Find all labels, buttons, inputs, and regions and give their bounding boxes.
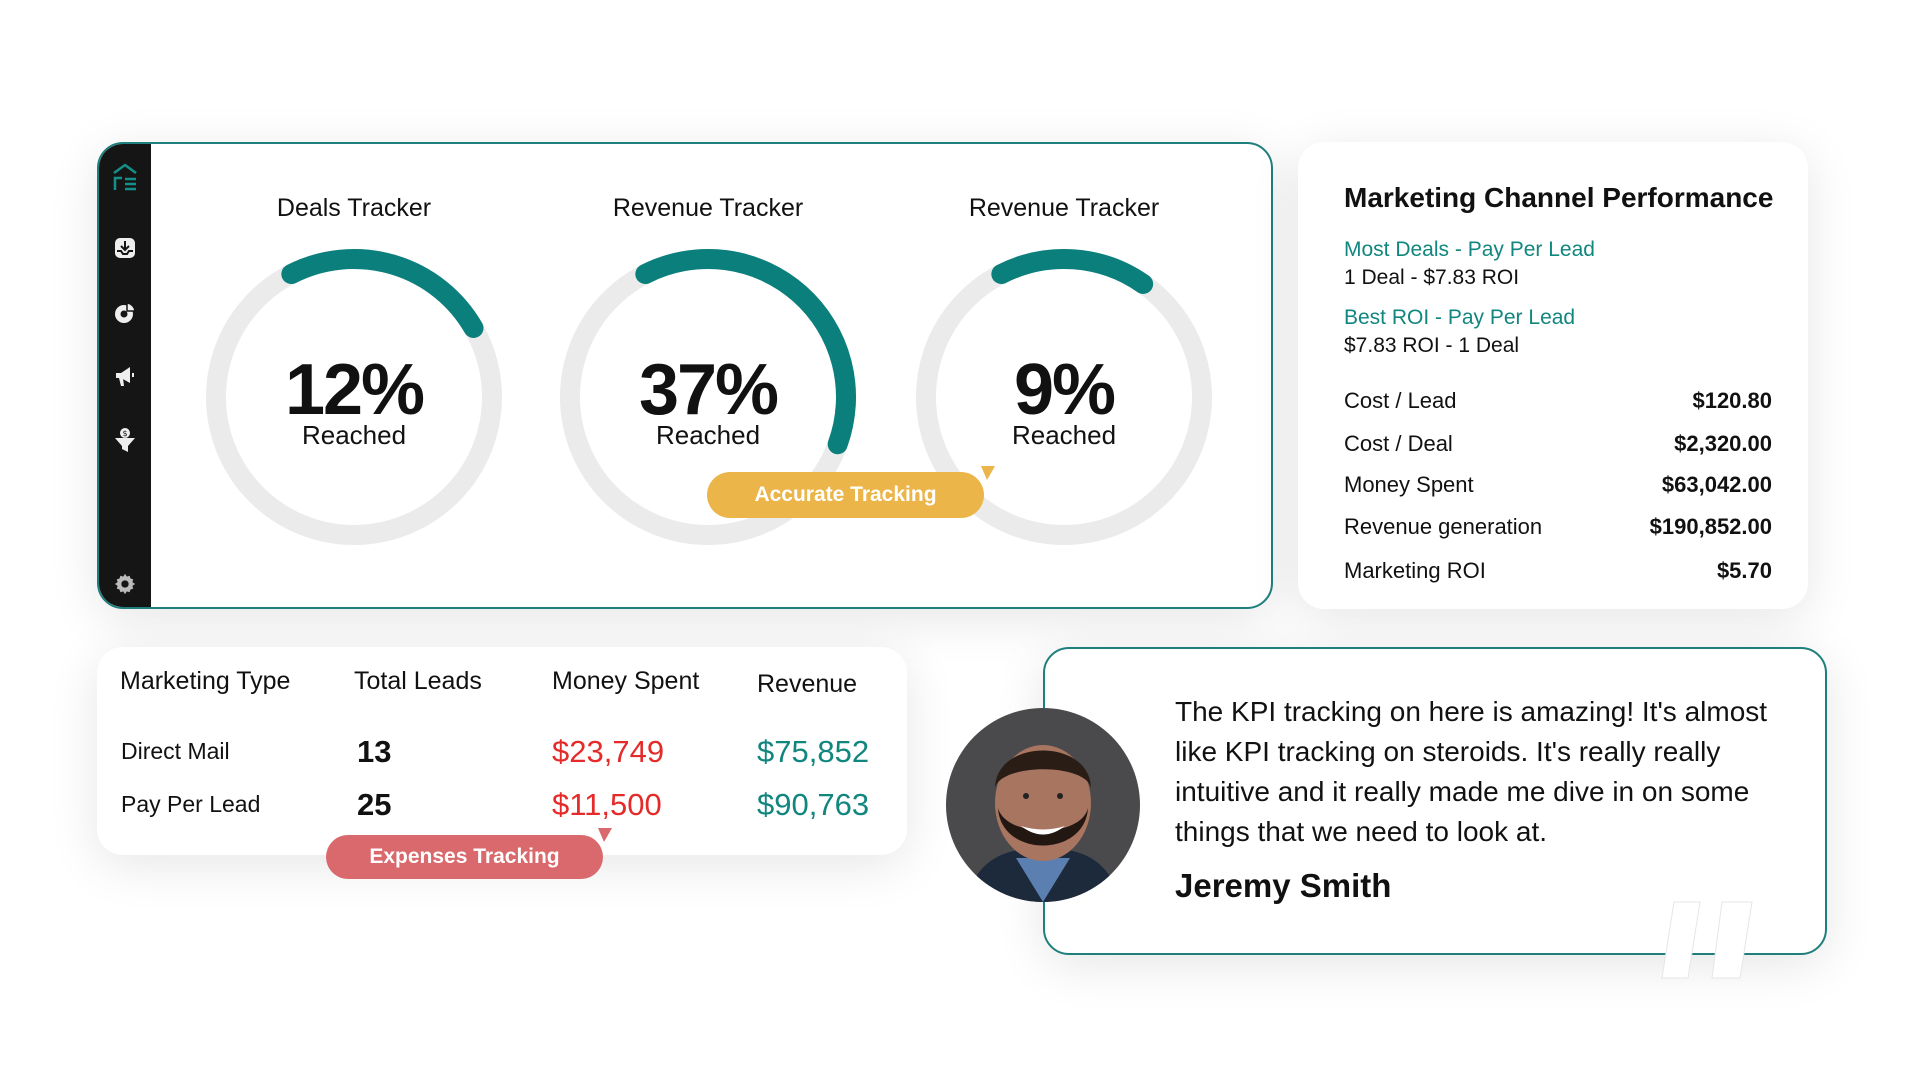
revenue-cell: $75,852 [757,734,870,769]
performance-row: Cost / Lead $120.80 [1344,388,1772,414]
header-marketing-type: Marketing Type [120,667,291,695]
performance-row: Revenue generation $190,852.00 [1344,514,1772,540]
gauge-title: Revenue Tracker [612,194,804,222]
metric-label: Revenue generation [1344,514,1543,539]
best-roi-heading: Best ROI - Pay Per Lead [1344,306,1576,329]
metric-value: $5.70 [1716,558,1772,583]
analytics-chart-icon[interactable] [109,297,141,329]
gauge-reached-label: Reached [1011,420,1117,450]
header-money-spent: Money Spent [552,667,700,695]
total-leads-cell: 25 [357,787,392,822]
testimonial-quote-line: The KPI tracking on here is amazing! It'… [1175,696,1768,727]
trackers-card: $ Deals Tracker 12% Reached Revenue Tracker… [97,142,1273,609]
sidebar: $ [99,144,151,607]
header-total-leads: Total Leads [354,667,482,695]
gauge-title: Deals Tracker [276,194,432,222]
performance-row: Money Spent $63,042.00 [1344,472,1772,498]
performance-row: Marketing ROI $5.70 [1344,558,1772,584]
accurate-tracking-badge: Accurate Tracking [707,472,984,518]
funnel-dollar-icon[interactable]: $ [109,424,141,456]
testimonial-quote-line: intuitive and it really made me dive in … [1175,776,1750,807]
testimonial-quote-line: things that we need to look at. [1175,816,1548,847]
avatar [946,708,1140,902]
metric-label: Money Spent [1344,472,1474,497]
marketing-type-cell: Pay Per Lead [121,791,261,817]
marketing-channel-performance-card: Marketing Channel Performance Most Deals… [1298,142,1808,609]
money-spent-cell: $11,500 [552,787,662,822]
metric-label: Marketing ROI [1344,558,1486,583]
gauge-progress-arc [991,249,1154,294]
money-spent-cell: $23,749 [552,734,665,769]
home-logo-icon[interactable] [109,162,141,194]
gauge-progress-arc [281,249,484,338]
total-leads-cell: 13 [357,734,392,769]
header-revenue: Revenue [757,670,858,698]
quote-mark-icon [1661,901,1753,979]
marketing-type-table: Marketing Type Total Leads Money Spent R… [97,647,907,855]
performance-row: Cost / Deal $2,320.00 [1344,431,1772,457]
inbox-download-icon[interactable] [109,232,141,264]
marketing-type-cell: Direct Mail [121,738,230,764]
gauge-percent: 9% [1013,350,1116,430]
metric-value: $190,852.00 [1649,514,1772,539]
metric-label: Cost / Lead [1344,388,1457,413]
metric-value: $120.80 [1692,388,1772,413]
megaphone-icon[interactable] [109,360,141,392]
gauge-title: Revenue Tracker [968,194,1160,222]
gear-icon[interactable] [109,568,141,600]
metric-label: Cost / Deal [1344,431,1453,456]
testimonial-author: Jeremy Smith [1175,867,1392,904]
most-deals-heading: Most Deals - Pay Per Lead [1344,238,1595,261]
badge-pointer-icon [598,828,612,842]
gauge-reached-label: Reached [655,420,761,450]
gauge-reached-label: Reached [301,420,407,450]
expenses-tracking-badge: Expenses Tracking [326,835,603,879]
testimonial-quote-line: like KPI tracking on steroids. It's real… [1175,736,1721,767]
best-roi-detail: $7.83 ROI - 1 Deal [1344,334,1520,357]
revenue-cell: $90,763 [757,787,870,822]
metric-value: $63,042.00 [1661,472,1772,497]
badge-pointer-icon [981,466,995,480]
svg-text:$: $ [122,429,127,438]
gauge-percent: 37% [638,350,779,430]
performance-title: Marketing Channel Performance [1344,182,1774,213]
gauge-percent: 12% [284,350,425,430]
metric-value: $2,320.00 [1674,431,1772,456]
most-deals-detail: 1 Deal - $7.83 ROI [1344,266,1520,289]
